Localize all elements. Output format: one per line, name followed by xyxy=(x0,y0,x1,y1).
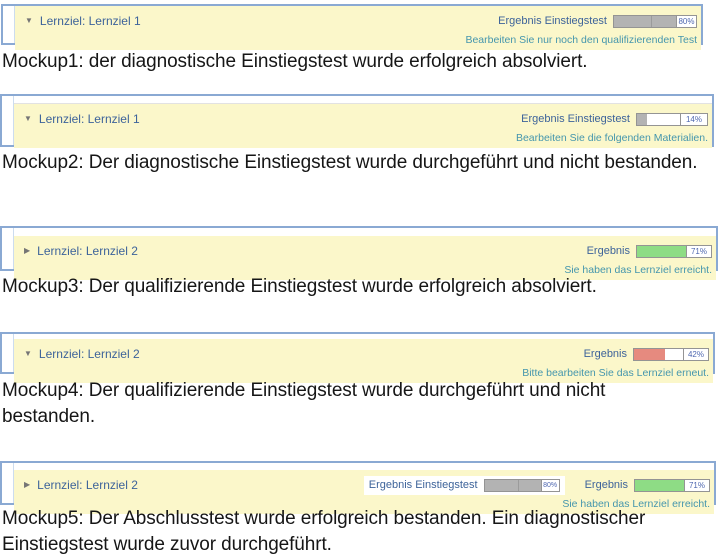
result-label: Ergebnis xyxy=(587,245,630,257)
result-label: Ergebnis Einstiegstest xyxy=(498,15,607,27)
result-label: Ergebnis xyxy=(584,348,627,360)
figure-caption: Mockup3: Der qualifizierende Einstiegste… xyxy=(2,274,702,300)
progress-bar: 42% xyxy=(633,348,709,361)
progress-bar: 71% xyxy=(636,245,712,258)
progress-fill xyxy=(634,349,665,360)
lernziel-panel: ▼ Lernziel: Lernziel 2 Ergebnis42% Bitte… xyxy=(0,332,715,374)
lernziel-row: ▼ Lernziel: Lernziel 2 Ergebnis42% Bitte… xyxy=(14,339,713,383)
progress-value: 14% xyxy=(680,114,707,125)
panel-content: ▼ Lernziel: Lernziel 2 Ergebnis42% Bitte… xyxy=(14,334,713,372)
figure-caption: Mockup5: Der Abschlusstest wurde erfolgr… xyxy=(2,506,702,558)
result-bars: Ergebnis 42% xyxy=(584,348,709,361)
progress-fill xyxy=(635,480,688,491)
panel-content: ▼ Lernziel: Lernziel 1 Ergebnis Einstieg… xyxy=(14,96,712,145)
panel-content: ▶ Lernziel: Lernziel 2 Ergebnis Einstieg… xyxy=(14,463,714,503)
threshold-marker xyxy=(518,480,519,491)
progress-value: 80% xyxy=(676,16,696,27)
lernziel-panel: ▶ Lernziel: Lernziel 2 Ergebnis71% Sie h… xyxy=(0,226,718,271)
triangle-down-icon[interactable]: ▼ xyxy=(25,17,33,25)
result-label: Ergebnis Einstiegstest xyxy=(369,479,478,491)
result-bars: Ergebnis Einstiegstest 80% xyxy=(498,15,697,28)
lernziel-header-row: ▼ Lernziel: Lernziel 2 Ergebnis 42% xyxy=(14,339,713,366)
result-bars: Ergebnis 71% xyxy=(587,245,712,258)
lernziel-panel: ▼ Lernziel: Lernziel 1 Ergebnis Einstieg… xyxy=(0,94,714,147)
panel-spacer-top xyxy=(14,96,712,104)
result-bar-group: Ergebnis 71% xyxy=(587,245,712,258)
triangle-right-icon[interactable]: ▶ xyxy=(24,481,30,489)
panel-spacer-top xyxy=(14,463,714,470)
triangle-down-icon[interactable]: ▼ xyxy=(24,350,32,358)
progress-fill xyxy=(485,480,544,491)
progress-value: 71% xyxy=(686,246,711,257)
result-bar-group: Ergebnis Einstiegstest 80% xyxy=(364,476,565,495)
panel-gutter xyxy=(2,96,14,145)
panel-gutter xyxy=(2,463,14,503)
lernziel-title[interactable]: Lernziel: Lernziel 2 xyxy=(39,347,140,361)
panel-gutter xyxy=(3,6,15,43)
lernziel-header-row: ▶ Lernziel: Lernziel 2 Ergebnis 71% xyxy=(14,236,716,263)
progress-fill xyxy=(637,246,690,257)
status-message: Bearbeiten Sie nur noch den qualifiziere… xyxy=(15,33,701,50)
progress-value: 42% xyxy=(683,349,708,360)
result-bar-group: Ergebnis Einstiegstest 14% xyxy=(521,113,708,126)
lernziel-row: ▼ Lernziel: Lernziel 1 Ergebnis Einstieg… xyxy=(14,104,712,148)
lernziel-title[interactable]: Lernziel: Lernziel 2 xyxy=(37,478,138,492)
figure-caption: Mockup2: Der diagnostische Einstiegstest… xyxy=(2,150,702,176)
panel-gutter xyxy=(2,228,14,269)
progress-fill xyxy=(614,16,680,27)
progress-value: 80% xyxy=(541,480,559,491)
lernziel-header-row: ▼ Lernziel: Lernziel 1 Ergebnis Einstieg… xyxy=(14,104,712,131)
lernziel-header-row: ▼ Lernziel: Lernziel 1 Ergebnis Einstieg… xyxy=(15,6,701,33)
result-bars: Ergebnis Einstiegstest 80% Ergebnis 71% xyxy=(364,476,710,495)
lernziel-panel: ▶ Lernziel: Lernziel 2 Ergebnis Einstieg… xyxy=(0,461,716,505)
result-bar-group: Ergebnis 42% xyxy=(584,348,709,361)
panel-content: ▼ Lernziel: Lernziel 1 Ergebnis Einstieg… xyxy=(15,6,701,43)
result-bar-group: Ergebnis 71% xyxy=(585,479,710,492)
lernziel-title[interactable]: Lernziel: Lernziel 1 xyxy=(39,112,140,126)
lernziel-panel: ▼ Lernziel: Lernziel 1 Ergebnis Einstieg… xyxy=(1,4,703,45)
triangle-right-icon[interactable]: ▶ xyxy=(24,247,30,255)
lernziel-title[interactable]: Lernziel: Lernziel 2 xyxy=(37,244,138,258)
lernziel-row: ▼ Lernziel: Lernziel 1 Ergebnis Einstieg… xyxy=(15,6,701,50)
result-label: Ergebnis Einstiegstest xyxy=(521,113,630,125)
figure-caption: Mockup1: der diagnostische Einstiegstest… xyxy=(2,49,702,75)
panel-spacer-top xyxy=(14,228,716,236)
panel-gutter xyxy=(2,334,14,372)
lernziel-header-row: ▶ Lernziel: Lernziel 2 Ergebnis Einstieg… xyxy=(14,470,714,497)
result-label: Ergebnis xyxy=(585,479,628,491)
figure-caption: Mockup4: Der qualifizierende Einstiegste… xyxy=(2,378,702,430)
lernziel-title[interactable]: Lernziel: Lernziel 1 xyxy=(40,14,141,28)
panel-content: ▶ Lernziel: Lernziel 2 Ergebnis71% Sie h… xyxy=(14,228,716,269)
progress-bar: 71% xyxy=(634,479,710,492)
status-message: Bearbeiten Sie die folgenden Materialien… xyxy=(14,131,712,148)
triangle-down-icon[interactable]: ▼ xyxy=(24,115,32,123)
progress-bar: 80% xyxy=(613,15,697,28)
progress-value: 71% xyxy=(684,480,709,491)
threshold-marker xyxy=(651,16,652,27)
progress-fill xyxy=(637,114,647,125)
progress-bar: 80% xyxy=(484,479,560,492)
progress-bar: 14% xyxy=(636,113,708,126)
result-bar-group: Ergebnis Einstiegstest 80% xyxy=(498,15,697,28)
result-bars: Ergebnis Einstiegstest 14% xyxy=(521,113,708,126)
